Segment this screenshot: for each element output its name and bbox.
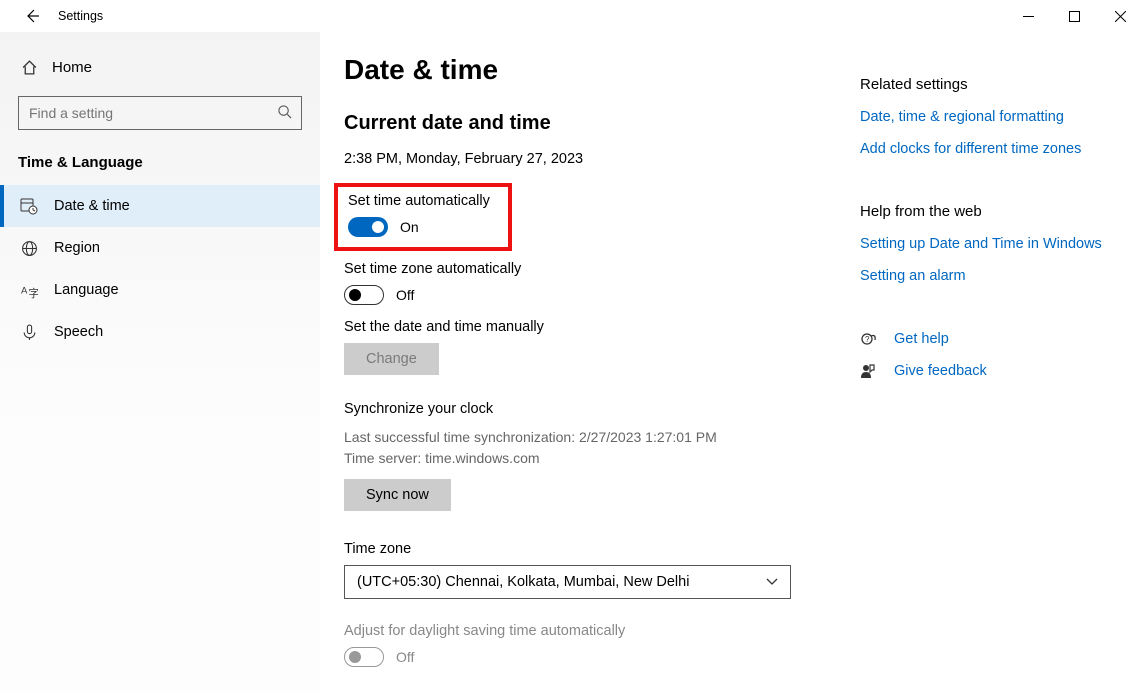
sync-now-button[interactable]: Sync now [344,479,451,511]
sidebar-item-region[interactable]: Region [0,227,320,269]
sync-server: Time server: time.windows.com [344,448,820,469]
sidebar-item-label: Speech [54,324,103,340]
chevron-down-icon [766,575,778,589]
calendar-clock-icon [20,197,38,215]
sync-heading: Synchronize your clock [344,401,820,417]
manual-label: Set the date and time manually [344,319,820,335]
svg-text:字: 字 [28,286,38,298]
set-time-auto-label: Set time automatically [348,193,498,209]
svg-text:A: A [21,285,28,296]
home-icon [20,58,38,76]
give-feedback-link[interactable]: Give feedback [894,363,987,379]
related-settings-heading: Related settings [860,76,1140,93]
search-input[interactable] [18,96,302,130]
current-heading: Current date and time [344,112,820,135]
globe-icon [20,239,38,257]
current-datetime: 2:38 PM, Monday, February 27, 2023 [344,151,820,167]
home-nav[interactable]: Home [0,50,320,84]
set-zone-auto-state: Off [396,287,414,303]
timezone-label: Time zone [344,541,820,557]
search-icon [277,104,292,122]
link-setting-up-date-time[interactable]: Setting up Date and Time in Windows [860,236,1140,252]
set-zone-auto-toggle[interactable] [344,285,384,305]
set-time-auto-toggle[interactable] [348,217,388,237]
set-zone-auto-label: Set time zone automatically [344,261,820,277]
dst-toggle [344,647,384,667]
sidebar-item-language[interactable]: A字 Language [0,269,320,311]
microphone-icon [20,323,38,341]
link-add-clocks[interactable]: Add clocks for different time zones [860,141,1140,157]
sidebar-item-label: Language [54,282,119,298]
sync-last: Last successful time synchronization: 2/… [344,427,820,448]
sidebar-item-date-time[interactable]: Date & time [0,185,320,227]
page-title: Date & time [344,54,820,86]
maximize-button[interactable] [1051,0,1097,32]
dst-state: Off [396,649,414,665]
minimize-button[interactable] [1005,0,1051,32]
highlight-box: Set time automatically On [334,183,512,251]
help-icon: ? [860,330,878,348]
back-button[interactable] [20,4,44,28]
set-time-auto-state: On [400,219,419,235]
home-label: Home [52,59,92,76]
change-button: Change [344,343,439,375]
help-heading: Help from the web [860,203,1140,220]
timezone-value: (UTC+05:30) Chennai, Kolkata, Mumbai, Ne… [357,574,689,590]
sidebar-item-label: Date & time [54,198,130,214]
svg-text:?: ? [865,335,870,344]
link-date-time-formatting[interactable]: Date, time & regional formatting [860,109,1140,125]
language-icon: A字 [20,281,38,299]
app-title: Settings [58,9,103,23]
get-help-link[interactable]: Get help [894,331,949,347]
sidebar-item-speech[interactable]: Speech [0,311,320,353]
section-label: Time & Language [0,148,320,185]
dst-label: Adjust for daylight saving time automati… [344,623,820,639]
timezone-dropdown[interactable]: (UTC+05:30) Chennai, Kolkata, Mumbai, Ne… [344,565,791,599]
link-setting-alarm[interactable]: Setting an alarm [860,268,1140,284]
feedback-icon [860,362,878,380]
close-button[interactable] [1097,0,1143,32]
sidebar-item-label: Region [54,240,100,256]
